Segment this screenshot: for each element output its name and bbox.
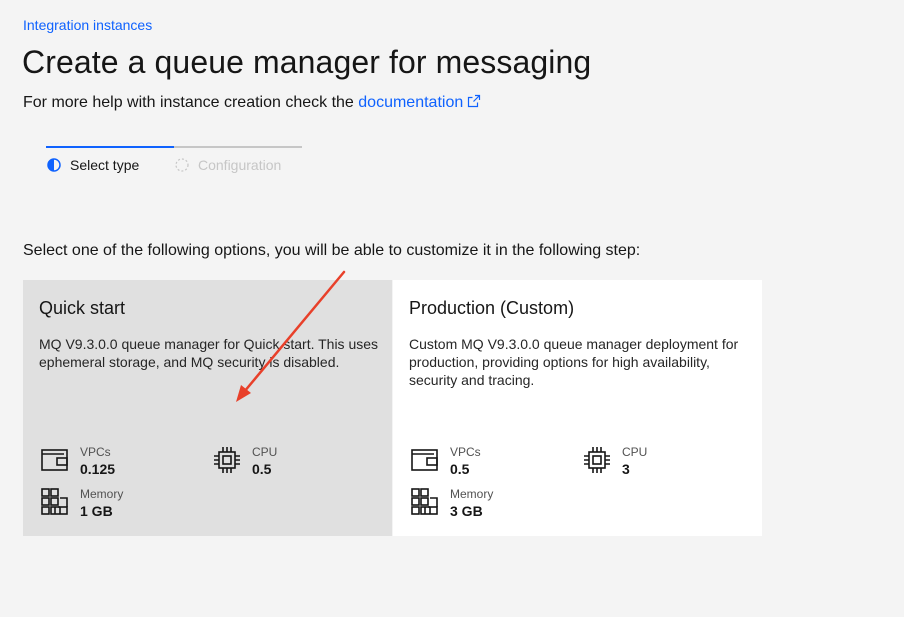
page-title: Create a queue manager for messaging (22, 44, 592, 80)
spec-value: 0.125 (80, 461, 116, 477)
spec-label: CPU (622, 445, 648, 459)
tile-production-custom[interactable]: Production (Custom) Custom MQ V9.3.0.0 q… (393, 280, 762, 536)
progress-step-bar (174, 146, 302, 148)
spec-label: VPCs (450, 445, 481, 459)
memory-icon (41, 488, 68, 515)
chip-icon (214, 447, 240, 473)
progress-step-bar (46, 146, 174, 148)
chip-icon (584, 447, 610, 473)
spec-label: Memory (450, 487, 494, 501)
spec-value: 0.5 (252, 461, 272, 477)
spec-value: 3 GB (450, 503, 483, 519)
spec-value: 1 GB (80, 503, 113, 519)
spec-value: 3 (622, 461, 630, 477)
instruction-text: Select one of the following options, you… (23, 242, 641, 259)
tile-description: Custom MQ V9.3.0.0 queue manager deploym… (409, 336, 739, 388)
spec-label: CPU (252, 445, 278, 459)
external-link-icon[interactable] (467, 94, 481, 108)
tile-title: Production (Custom) (409, 298, 575, 318)
spec-value: 0.5 (450, 461, 470, 477)
breadcrumb-integration-instances[interactable]: Integration instances (23, 17, 152, 33)
documentation-link[interactable]: documentation (358, 94, 463, 111)
progress-step-label: Select type (70, 157, 140, 173)
memory-icon (411, 488, 438, 515)
spec-label: Memory (80, 487, 124, 501)
progress-step-select-type[interactable]: Select type (46, 146, 174, 186)
progress-step-configuration: Configuration (174, 146, 302, 186)
wallet-icon (411, 449, 438, 471)
tile-title: Quick start (39, 298, 126, 318)
help-text: For more help with instance creation che… (23, 94, 481, 112)
half-circle-icon (47, 158, 61, 172)
progress-indicator: Select type Configuration (46, 146, 302, 186)
tile-quick-start[interactable]: Quick start MQ V9.3.0.0 queue manager fo… (23, 280, 392, 536)
spec-label: VPCs (80, 445, 111, 459)
tile-description: MQ V9.3.0.0 queue manager for Quick star… (39, 336, 379, 370)
dashed-circle-icon (175, 158, 189, 172)
help-text-label: For more help with instance creation che… (23, 94, 359, 111)
progress-step-label: Configuration (198, 157, 282, 173)
wallet-icon (41, 449, 68, 471)
